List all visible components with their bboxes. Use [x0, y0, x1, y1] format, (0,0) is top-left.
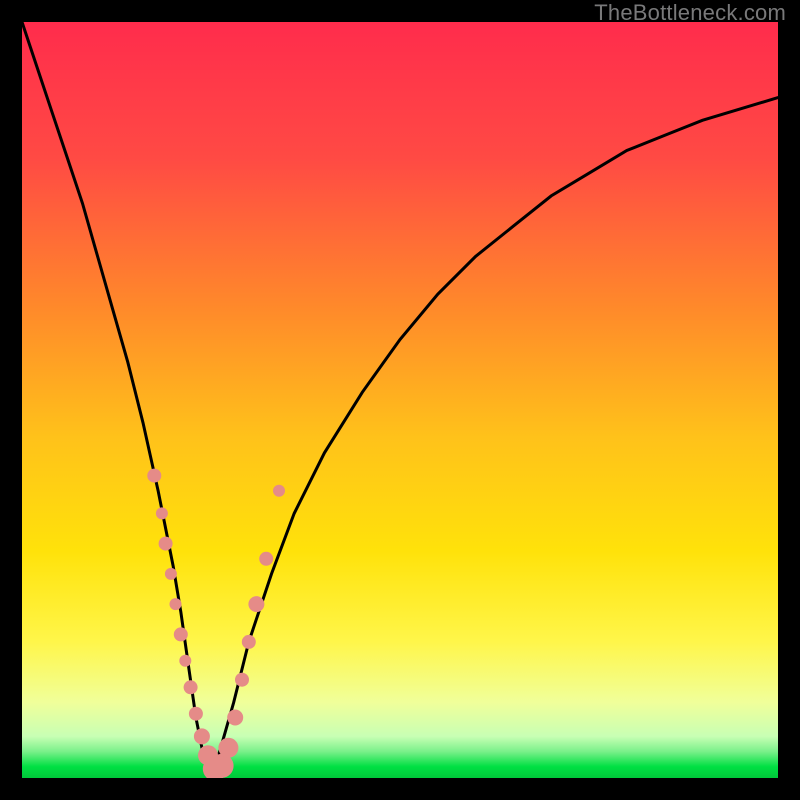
- marker-point: [184, 680, 198, 694]
- marker-point: [227, 710, 243, 726]
- chart-frame: TheBottleneck.com: [0, 0, 800, 800]
- marker-point: [156, 507, 168, 519]
- plot-area: [22, 22, 778, 778]
- marker-point: [194, 728, 210, 744]
- marker-point: [170, 598, 182, 610]
- marker-point: [248, 596, 264, 612]
- marker-point: [242, 635, 256, 649]
- chart-svg: [22, 22, 778, 778]
- marker-point: [159, 537, 173, 551]
- marker-point: [235, 673, 249, 687]
- watermark-text: TheBottleneck.com: [594, 0, 786, 26]
- marker-point: [218, 738, 238, 758]
- marker-point: [174, 627, 188, 641]
- marker-point: [147, 469, 161, 483]
- marker-point: [165, 568, 177, 580]
- marker-point: [259, 552, 273, 566]
- marker-point: [189, 707, 203, 721]
- marker-point: [273, 485, 285, 497]
- marker-point: [179, 655, 191, 667]
